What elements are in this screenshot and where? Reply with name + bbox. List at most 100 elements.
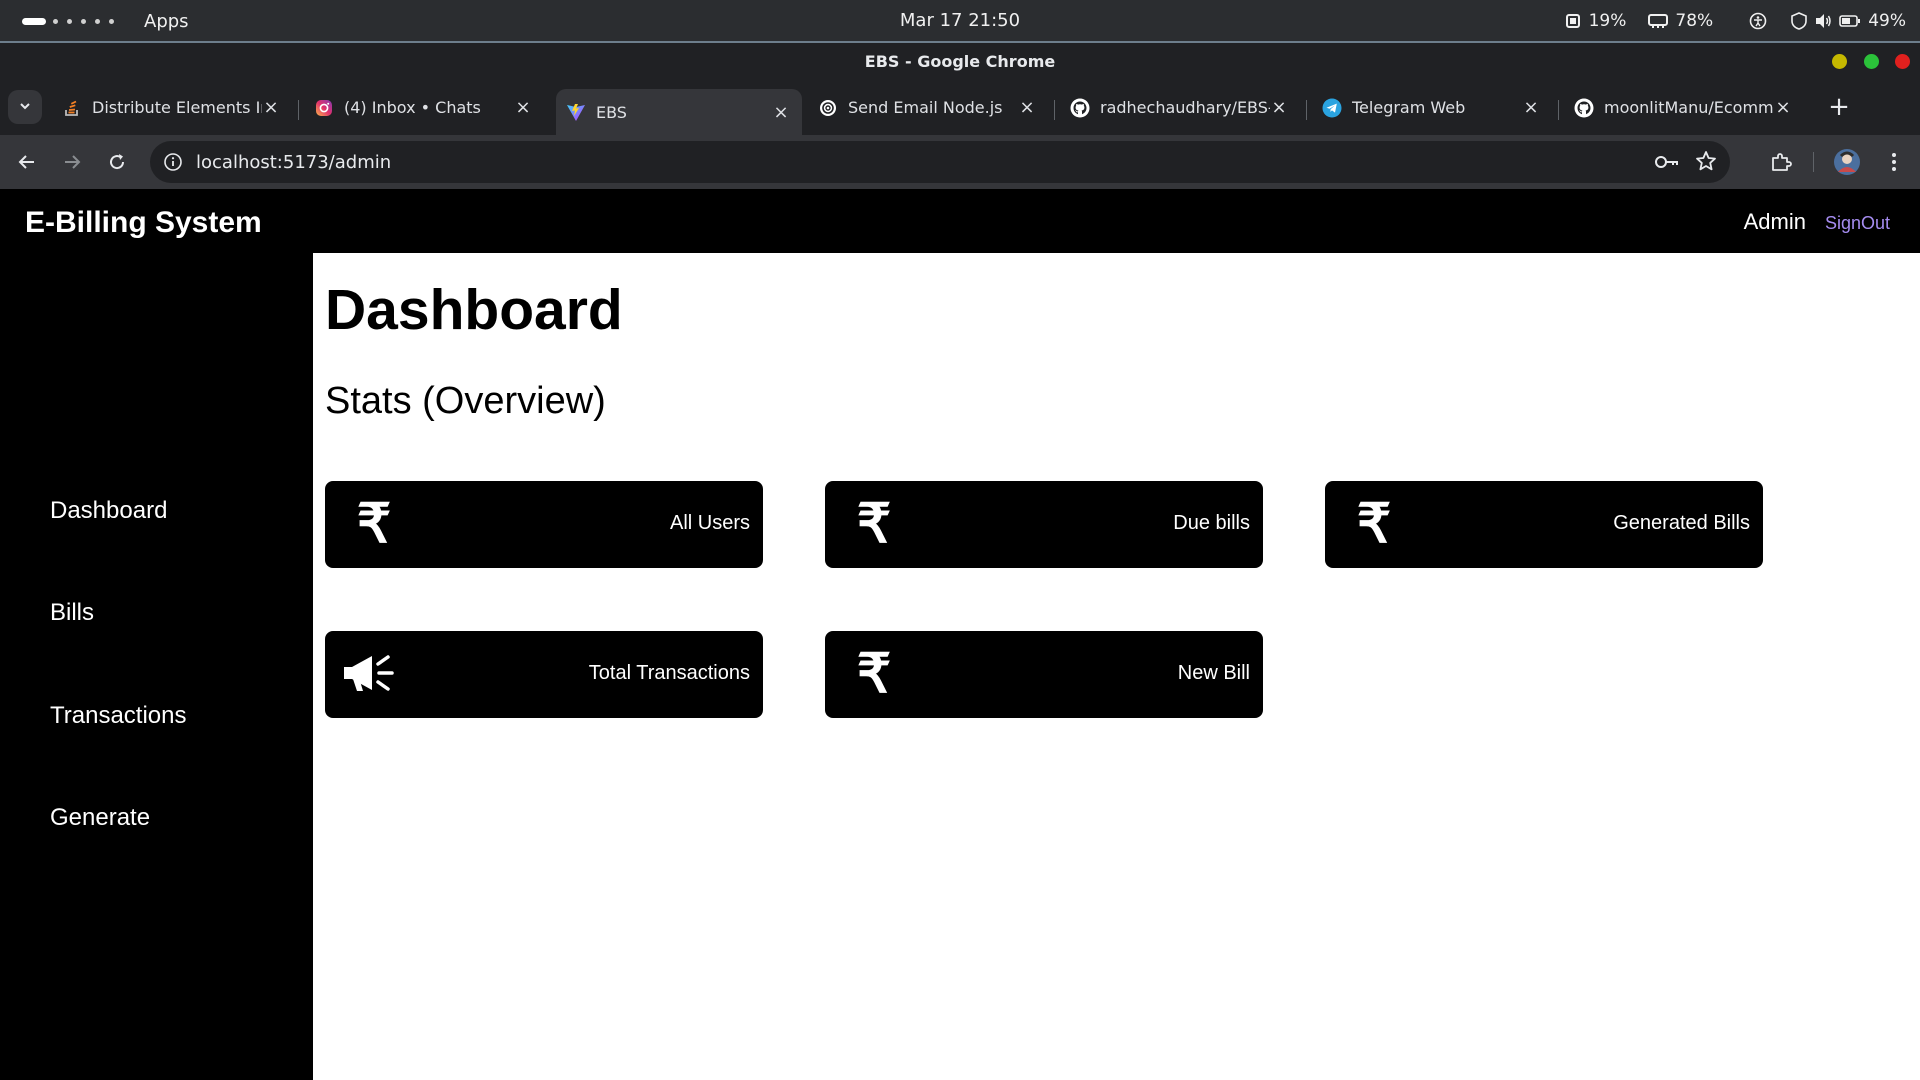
tab-ebs[interactable]: EBS × [556, 89, 802, 135]
privacy-icon[interactable] [1791, 12, 1808, 30]
sidebar-item-transactions[interactable]: Transactions [50, 702, 187, 730]
arrow-right-icon [65, 155, 81, 169]
cpu-usage: 19% [1588, 11, 1627, 31]
tab-distribute-elements[interactable]: Distribute Elements In × [52, 86, 292, 129]
tab-separator [298, 100, 299, 120]
system-tray[interactable]: 19% 78% 49% [1542, 11, 1906, 31]
tab-telegram-web[interactable]: Telegram Web × [1312, 86, 1552, 129]
stat-card-generated-bills[interactable]: ₹ Generated Bills [1325, 481, 1763, 568]
stat-card-new-bill[interactable]: ₹ New Bill [825, 631, 1263, 718]
close-icon[interactable]: × [1774, 97, 1792, 118]
volume-icon[interactable] [1814, 13, 1832, 29]
openai-icon [818, 98, 838, 118]
rupee-icon: ₹ [856, 644, 892, 704]
maximize-button[interactable] [1864, 54, 1879, 69]
arrow-left-icon [18, 155, 34, 169]
stat-card-total-transactions[interactable]: Total Transactions [325, 631, 763, 718]
telegram-icon [1322, 98, 1342, 118]
vite-icon [566, 102, 586, 122]
workspace-indicator[interactable] [22, 18, 46, 25]
tab-strip: Distribute Elements In × (4) Inbox • Cha… [0, 80, 1920, 135]
stackoverflow-icon [62, 98, 82, 118]
close-icon[interactable]: × [1018, 97, 1036, 118]
close-window-button[interactable] [1895, 54, 1910, 69]
tab-send-email[interactable]: Send Email Node.js × [808, 86, 1048, 129]
header-user-area: Admin SignOut [1744, 209, 1890, 235]
forward-button[interactable] [58, 148, 86, 176]
section-title: Stats (Overview) [325, 380, 606, 422]
stat-card-due-bills[interactable]: ₹ Due bills [825, 481, 1263, 568]
avatar-icon [1834, 149, 1860, 175]
tab-label: Telegram Web [1352, 98, 1466, 117]
rupee-icon: ₹ [356, 494, 392, 554]
stat-card-label: Generated Bills [1613, 512, 1750, 534]
tab-label: (4) Inbox • Chats [344, 98, 481, 117]
accessibility-icon[interactable] [1749, 12, 1767, 30]
toolbar-divider [1813, 152, 1814, 172]
stat-card-all-users[interactable]: ₹ All Users [325, 481, 763, 568]
app-brand[interactable]: E-Billing System [25, 206, 262, 240]
sidebar-item-generate[interactable]: Generate [50, 804, 150, 832]
sidebar-item-bills[interactable]: Bills [50, 599, 94, 627]
user-role-label: Admin [1743, 209, 1806, 234]
tab-label: Send Email Node.js [848, 98, 1003, 117]
workspace-dots[interactable] [53, 17, 114, 24]
site-info-icon[interactable] [162, 151, 184, 177]
tab-github-ebs[interactable]: radhechaudhary/EBS- × [1060, 86, 1300, 129]
close-icon[interactable]: × [1522, 97, 1540, 118]
app-root: E-Billing System Admin SignOut Dashboard… [0, 189, 1920, 1080]
tab-label: Distribute Elements In [92, 98, 262, 117]
minimize-button[interactable] [1832, 54, 1847, 69]
new-tab-button[interactable]: + [1824, 92, 1854, 122]
megaphone-icon [342, 645, 398, 703]
url-text[interactable]: localhost:5173/admin [196, 152, 391, 173]
os-top-bar: Apps Mar 17 21:50 19% 78% 49% [0, 0, 1920, 43]
chevron-down-icon [18, 98, 32, 117]
puzzle-icon [1772, 153, 1792, 171]
back-button[interactable] [13, 148, 41, 176]
browser-toolbar: localhost:5173/admin [0, 135, 1920, 189]
close-icon[interactable]: × [514, 97, 532, 118]
address-bar[interactable]: localhost:5173/admin [150, 141, 1730, 183]
profile-avatar[interactable] [1833, 148, 1861, 176]
tab-label: radhechaudhary/EBS- [1100, 98, 1270, 117]
more-vertical-icon [1892, 153, 1896, 171]
signout-link[interactable]: SignOut [1825, 213, 1890, 234]
page-title: Dashboard [325, 278, 623, 342]
stat-card-label: Total Transactions [588, 662, 750, 684]
sidebar-item-dashboard[interactable]: Dashboard [50, 497, 167, 525]
password-key-icon[interactable] [1654, 150, 1680, 178]
rupee-icon: ₹ [856, 494, 892, 554]
tab-search-button[interactable] [8, 90, 42, 124]
stat-card-label: Due bills [1173, 512, 1250, 534]
bookmark-star-icon[interactable] [1695, 150, 1717, 176]
tab-separator [1558, 100, 1559, 120]
battery-icon[interactable] [1839, 14, 1861, 28]
tab-label: moonlitManu/Ecomm [1604, 98, 1774, 117]
reload-button[interactable] [103, 148, 131, 176]
memory-usage: 78% [1675, 11, 1714, 31]
main-content: Dashboard Stats (Overview) ₹ All Users ₹… [313, 253, 1920, 1080]
window-titlebar[interactable]: EBS - Google Chrome [0, 43, 1920, 80]
apps-button[interactable]: Apps [144, 11, 189, 32]
tab-github-ecomm[interactable]: moonlitManu/Ecomm × [1564, 86, 1804, 129]
instagram-icon [314, 98, 334, 118]
close-icon[interactable]: × [1270, 97, 1288, 118]
battery-level: 49% [1868, 11, 1906, 31]
memory-icon [1648, 13, 1669, 29]
tab-separator [1054, 100, 1055, 120]
window-title: EBS - Google Chrome [864, 52, 1056, 71]
tab-separator [1306, 100, 1307, 120]
stat-card-label: All Users [669, 512, 750, 534]
close-icon[interactable]: × [262, 97, 280, 118]
close-icon[interactable]: × [772, 102, 790, 123]
github-icon [1574, 98, 1594, 118]
tab-instagram-inbox[interactable]: (4) Inbox • Chats × [304, 86, 544, 129]
sidebar: Dashboard Bills Transactions Generate [0, 253, 313, 1080]
rupee-icon: ₹ [1356, 494, 1392, 554]
reload-icon [110, 154, 125, 170]
cpu-icon [1564, 12, 1582, 30]
extensions-button[interactable] [1767, 148, 1795, 176]
stat-card-label: New Bill [1177, 662, 1250, 684]
chrome-menu-button[interactable] [1880, 148, 1908, 176]
